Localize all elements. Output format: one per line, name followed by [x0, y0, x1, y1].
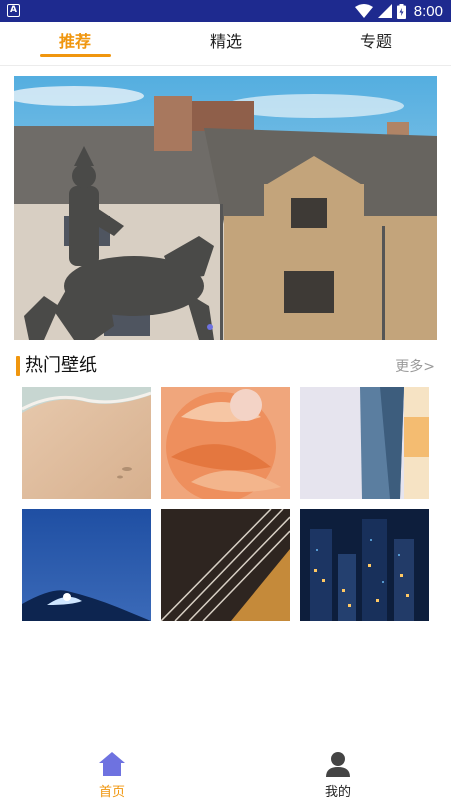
hot-wallpapers-header: 热门壁纸 更多> [14, 354, 437, 378]
clock: 8:00 [413, 2, 443, 20]
banner-image [14, 76, 437, 340]
home-icon [99, 752, 125, 776]
status-bar: A 8:00 [0, 0, 451, 22]
tab-featured[interactable]: 精选 [166, 22, 286, 66]
status-icons: 8:00 [354, 0, 443, 22]
bottom-nav: 首页 我的 [0, 744, 451, 800]
tab-topics[interactable]: 专题 [316, 22, 436, 66]
nav-home[interactable]: 首页 [72, 750, 152, 800]
app-notification-icon: A [7, 4, 20, 17]
wallpaper-thumb-beach[interactable] [22, 387, 151, 499]
top-tab-bar: 推荐 精选 专题 [0, 22, 451, 66]
active-tab-indicator [40, 54, 111, 57]
section-title: 热门壁纸 [25, 355, 97, 376]
user-icon [326, 752, 350, 777]
wallpaper-thumb-city[interactable] [300, 509, 429, 621]
nav-mine-label: 我的 [324, 785, 351, 800]
wifi-icon [354, 4, 373, 18]
banner-page-indicator[interactable] [207, 324, 213, 330]
tab-recommend[interactable]: 推荐 [15, 22, 135, 66]
wallpaper-thumb-flower[interactable] [161, 387, 290, 499]
section-accent-bar [16, 356, 20, 376]
banner-carousel[interactable] [14, 76, 437, 340]
battery-icon [396, 3, 406, 19]
wallpaper-thumb-violin[interactable] [161, 509, 290, 621]
more-link[interactable]: 更多> [395, 357, 435, 377]
wallpaper-thumb-ice[interactable] [22, 509, 151, 621]
signal-icon [377, 4, 392, 18]
nav-home-label: 首页 [98, 785, 125, 800]
wallpaper-thumb-skyscraper[interactable] [300, 387, 429, 499]
nav-mine[interactable]: 我的 [298, 750, 378, 800]
